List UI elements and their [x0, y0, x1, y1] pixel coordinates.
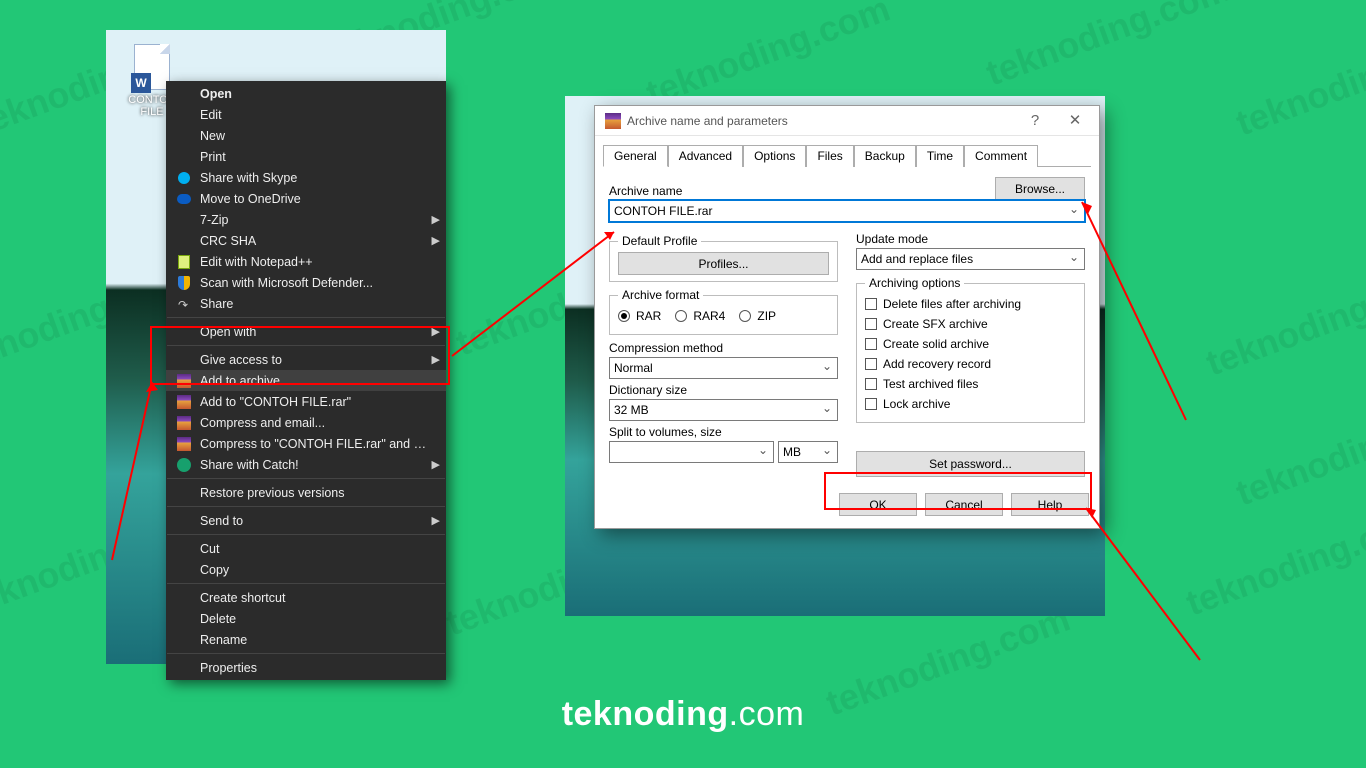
ok-button[interactable]: OK	[839, 493, 917, 516]
tab-general[interactable]: General	[603, 145, 668, 167]
dictionary-select[interactable]	[609, 399, 838, 421]
menu-new[interactable]: New	[166, 125, 446, 146]
chevron-right-icon: ▶	[432, 213, 440, 226]
chevron-right-icon: ▶	[432, 514, 440, 527]
format-zip[interactable]: ZIP	[739, 306, 776, 326]
menu-7zip[interactable]: 7-Zip▶	[166, 209, 446, 230]
compression-select[interactable]	[609, 357, 838, 379]
caption-rest: .com	[729, 695, 805, 733]
chevron-right-icon: ▶	[432, 458, 440, 471]
menu-open-with[interactable]: Open with▶	[166, 321, 446, 342]
help-button-bottom[interactable]: Help	[1011, 493, 1089, 516]
tab-files[interactable]: Files	[806, 145, 853, 167]
opt-recovery[interactable]: Add recovery record	[865, 354, 1076, 374]
onedrive-icon	[177, 194, 191, 204]
opt-solid[interactable]: Create solid archive	[865, 334, 1076, 354]
winrar-icon	[177, 395, 191, 409]
default-profile-group: Default Profile Profiles...	[609, 234, 838, 282]
tab-backup[interactable]: Backup	[854, 145, 916, 167]
browse-button[interactable]: Browse...	[995, 177, 1085, 200]
opt-lock[interactable]: Lock archive	[865, 394, 1076, 414]
skype-icon	[178, 172, 190, 184]
archive-format-group: Archive format RAR RAR4 ZIP	[609, 288, 838, 335]
opt-test[interactable]: Test archived files	[865, 374, 1076, 394]
chevron-right-icon: ▶	[432, 325, 440, 338]
watermark: teknoding.com	[1231, 387, 1366, 514]
winrar-icon	[177, 416, 191, 430]
menu-compress-to-email[interactable]: Compress to "CONTOH FILE.rar" and email	[166, 433, 446, 454]
defender-shield-icon	[178, 276, 190, 290]
context-menu: Open Edit New Print Share with Skype Mov…	[166, 81, 446, 680]
menu-share-catch[interactable]: Share with Catch!▶	[166, 454, 446, 475]
menu-share[interactable]: Share	[166, 293, 446, 314]
menu-open[interactable]: Open	[166, 83, 446, 104]
chevron-right-icon: ▶	[432, 234, 440, 247]
tab-comment[interactable]: Comment	[964, 145, 1038, 167]
menu-cut[interactable]: Cut	[166, 538, 446, 559]
split-label: Split to volumes, size	[609, 425, 838, 439]
format-rar[interactable]: RAR	[618, 306, 661, 326]
menu-edit[interactable]: Edit	[166, 104, 446, 125]
update-mode-select[interactable]	[856, 248, 1085, 270]
menu-compress-email[interactable]: Compress and email...	[166, 412, 446, 433]
dialog-title: Archive name and parameters	[627, 114, 1015, 128]
dictionary-label: Dictionary size	[609, 383, 838, 397]
split-unit-select[interactable]	[778, 441, 838, 463]
menu-copy[interactable]: Copy	[166, 559, 446, 580]
caption-bold: teknoding	[562, 695, 729, 733]
watermark: teknoding.com	[1231, 17, 1366, 144]
help-button[interactable]: ?	[1015, 106, 1055, 136]
watermark: teknoding.com	[1201, 257, 1366, 384]
set-password-button[interactable]: Set password...	[856, 451, 1085, 477]
menu-delete[interactable]: Delete	[166, 608, 446, 629]
tab-advanced[interactable]: Advanced	[668, 145, 743, 167]
winrar-dialog: Archive name and parameters ? ✕ General …	[594, 105, 1100, 529]
footer-caption: teknoding.com	[0, 695, 1366, 734]
watermark: teknoding.com	[1181, 497, 1366, 624]
cancel-button[interactable]: Cancel	[925, 493, 1003, 516]
dialog-tabs: General Advanced Options Files Backup Ti…	[595, 136, 1099, 166]
archive-name-input[interactable]	[609, 200, 1085, 222]
split-size-input[interactable]	[609, 441, 774, 463]
watermark: teknoding.com	[981, 0, 1236, 95]
profiles-button[interactable]: Profiles...	[618, 252, 829, 275]
format-rar4[interactable]: RAR4	[675, 306, 725, 326]
close-button[interactable]: ✕	[1055, 106, 1095, 136]
word-doc-icon: W	[134, 44, 170, 90]
menu-defender[interactable]: Scan with Microsoft Defender...	[166, 272, 446, 293]
winrar-icon	[177, 374, 191, 388]
menu-add-to-rar[interactable]: Add to "CONTOH FILE.rar"	[166, 391, 446, 412]
menu-give-access[interactable]: Give access to▶	[166, 349, 446, 370]
menu-move-onedrive[interactable]: Move to OneDrive	[166, 188, 446, 209]
chevron-right-icon: ▶	[432, 353, 440, 366]
notepadpp-icon	[178, 255, 190, 269]
dialog-titlebar[interactable]: Archive name and parameters ? ✕	[595, 106, 1099, 136]
tab-time[interactable]: Time	[916, 145, 964, 167]
catch-icon	[177, 458, 191, 472]
menu-share-skype[interactable]: Share with Skype	[166, 167, 446, 188]
archive-format-label: Archive format	[618, 288, 703, 302]
archiving-options-label: Archiving options	[865, 276, 964, 290]
archive-name-label: Archive name	[609, 184, 987, 198]
opt-delete[interactable]: Delete files after archiving	[865, 294, 1076, 314]
winrar-icon	[177, 437, 191, 451]
menu-rename[interactable]: Rename	[166, 629, 446, 650]
menu-notepad[interactable]: Edit with Notepad++	[166, 251, 446, 272]
default-profile-label: Default Profile	[618, 234, 701, 248]
word-glyph: W	[131, 73, 151, 93]
update-mode-label: Update mode	[856, 232, 1085, 246]
menu-create-shortcut[interactable]: Create shortcut	[166, 587, 446, 608]
opt-sfx[interactable]: Create SFX archive	[865, 314, 1076, 334]
archiving-options-group: Archiving options Delete files after arc…	[856, 276, 1085, 423]
tab-options[interactable]: Options	[743, 145, 806, 167]
menu-print[interactable]: Print	[166, 146, 446, 167]
menu-crcsha[interactable]: CRC SHA▶	[166, 230, 446, 251]
menu-add-to-archive[interactable]: Add to archive...	[166, 370, 446, 391]
winrar-app-icon	[605, 113, 621, 129]
share-icon	[178, 298, 190, 310]
menu-send-to[interactable]: Send to▶	[166, 510, 446, 531]
menu-restore-versions[interactable]: Restore previous versions	[166, 482, 446, 503]
menu-properties[interactable]: Properties	[166, 657, 446, 678]
compression-label: Compression method	[609, 341, 838, 355]
